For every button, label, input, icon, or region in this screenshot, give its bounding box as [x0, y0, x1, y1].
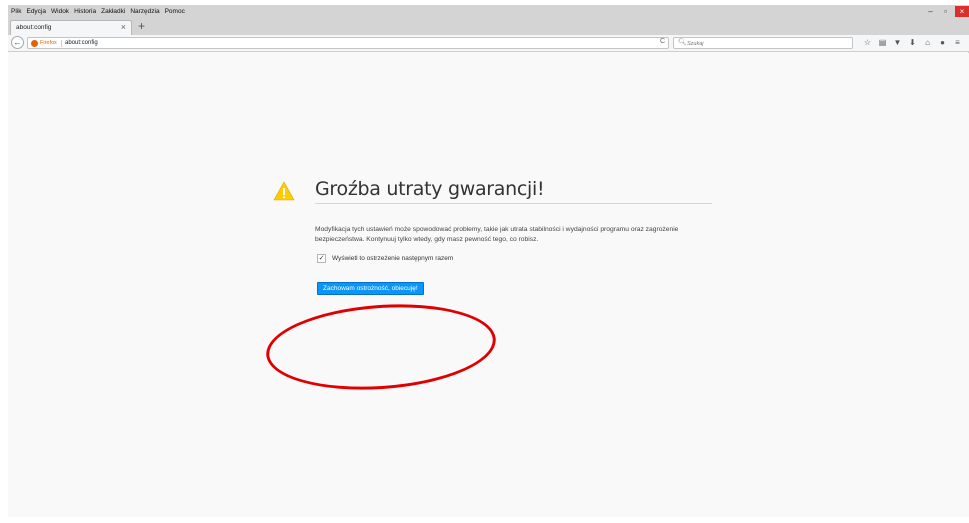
identity-label[interactable]: Firefox	[40, 40, 57, 46]
account-icon[interactable]: ●	[935, 37, 950, 49]
warning-description: Modyfikacja tych ustawień może spowodowa…	[315, 226, 679, 243]
warning-icon	[273, 181, 295, 201]
show-warning-checkbox-row[interactable]: ✓ Wyświetl to ostrzeżenie następnym raze…	[317, 254, 453, 263]
browser-window: Plik Edycja Widok Historia Zakładki Narz…	[8, 5, 969, 517]
back-button[interactable]: ←	[11, 36, 24, 49]
firefox-icon	[31, 40, 38, 47]
annotation-ellipse	[263, 297, 499, 397]
menu-history[interactable]: Historia	[74, 8, 96, 15]
download-icon[interactable]: ⬇	[905, 37, 920, 49]
tab-about-config[interactable]: about:config ×	[10, 20, 132, 35]
pocket-icon[interactable]: ▼	[890, 37, 905, 49]
page-title: Groźba utraty gwarancji!	[315, 178, 545, 200]
url-text[interactable]: about:config	[65, 40, 98, 46]
menu-tools[interactable]: Narzędzia	[130, 8, 159, 15]
menu-file[interactable]: Plik	[11, 8, 21, 15]
new-tab-button[interactable]: +	[138, 19, 145, 34]
search-input[interactable]	[687, 39, 847, 48]
close-window-button[interactable]: ×	[955, 6, 969, 17]
menu-help[interactable]: Pomoc	[165, 8, 185, 15]
navigation-toolbar: ← Firefox about:config C 🔍︎ ☆ ▤ ▼ ⬇ ⌂ ● …	[8, 35, 969, 52]
menu-bar: Plik Edycja Widok Historia Zakładki Narz…	[8, 5, 969, 18]
menu-bookmarks[interactable]: Zakładki	[101, 8, 125, 15]
tab-close-icon[interactable]: ×	[121, 22, 126, 32]
minimize-button[interactable]: –	[925, 6, 936, 17]
accept-risk-button[interactable]: Zachowam ostrożność, obiecuję!	[317, 282, 424, 295]
reload-icon[interactable]: C	[660, 38, 665, 45]
url-bar[interactable]: Firefox about:config C	[27, 37, 669, 49]
menu-view[interactable]: Widok	[51, 8, 69, 15]
search-icon: 🔍︎	[678, 39, 687, 46]
star-icon[interactable]: ☆	[860, 37, 875, 49]
menu-edit[interactable]: Edycja	[26, 8, 46, 15]
checkbox-label[interactable]: Wyświetl to ostrzeżenie następnym razem	[332, 255, 453, 262]
window-controls: – ▫ ×	[921, 5, 969, 18]
maximize-button[interactable]: ▫	[940, 6, 951, 17]
home-icon[interactable]: ⌂	[920, 37, 935, 49]
show-warning-checkbox[interactable]: ✓	[317, 254, 326, 263]
url-separator	[61, 40, 62, 47]
page-content: Groźba utraty gwarancji! Modyfikacja tyc…	[8, 53, 969, 517]
library-icon[interactable]: ▤	[875, 37, 890, 49]
title-divider	[315, 203, 712, 204]
search-bar[interactable]: 🔍︎	[673, 37, 853, 49]
tab-title: about:config	[16, 24, 52, 31]
toolbar-icons: ☆ ▤ ▼ ⬇ ⌂ ● ≡	[860, 37, 965, 49]
menu-icon[interactable]: ≡	[950, 37, 965, 49]
tab-bar: about:config × +	[8, 18, 969, 35]
